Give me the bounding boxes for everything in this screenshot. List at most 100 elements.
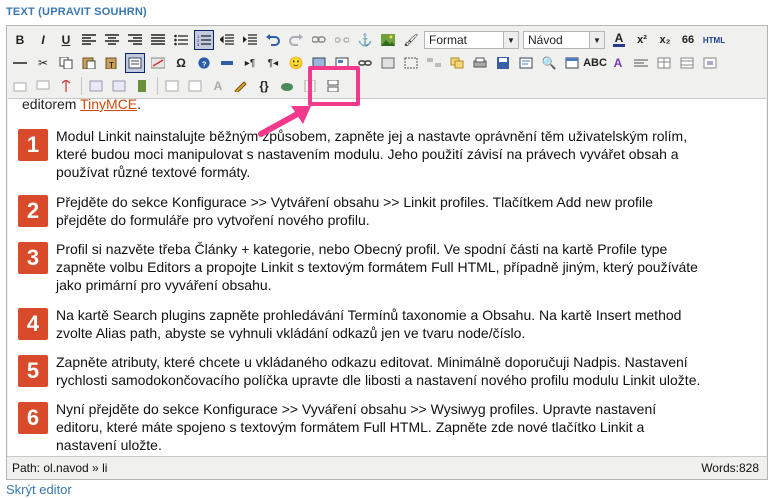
intro-line: editorem TinyMCE. <box>22 98 142 112</box>
delete-row-icon[interactable] <box>56 76 76 96</box>
bold-button[interactable]: B <box>10 30 30 50</box>
styleprops-icon[interactable]: A <box>608 53 628 73</box>
redo-icon[interactable] <box>286 30 306 50</box>
chevron-down-icon: ▼ <box>589 32 604 48</box>
help-icon[interactable]: ? <box>194 53 214 73</box>
toolbar-row-3: A {} <box>10 75 346 97</box>
delete-col-icon[interactable] <box>132 76 152 96</box>
svg-text:?: ? <box>202 59 207 68</box>
row-props-icon[interactable] <box>677 53 697 73</box>
insert-row-after-icon[interactable] <box>33 76 53 96</box>
rtl-icon[interactable]: ¶◂ <box>263 53 283 73</box>
print-icon[interactable] <box>470 53 490 73</box>
step-number-badge: 5 <box>18 355 48 387</box>
undo-icon[interactable] <box>263 30 283 50</box>
step-text-line: Profil si nazvěte třeba Články + kategor… <box>56 241 668 257</box>
html-source-button[interactable]: HTML <box>701 30 727 50</box>
link-icon[interactable] <box>309 30 329 50</box>
superscript-button[interactable]: x² <box>632 30 652 50</box>
nonbreaking-icon[interactable] <box>217 53 237 73</box>
code-braces-icon[interactable]: {} <box>254 76 274 96</box>
element-path[interactable]: Path: ol.navod » li <box>12 461 107 475</box>
step-number-badge: 4 <box>18 308 48 340</box>
paste-text-icon[interactable]: T <box>102 53 122 73</box>
image-icon[interactable] <box>378 30 398 50</box>
indent-button[interactable] <box>240 30 260 50</box>
step-text-line: editoru, které máte spojeno s textovým f… <box>56 419 645 435</box>
step-number-badge: 3 <box>18 242 48 274</box>
anchor-icon[interactable]: ⚓ <box>355 30 375 50</box>
special-char-omega[interactable]: Ω <box>171 53 191 73</box>
edit-icon[interactable] <box>231 76 251 96</box>
tinymce-link[interactable]: TinyMCE <box>80 99 137 112</box>
table-icon[interactable] <box>654 53 674 73</box>
align-center-button[interactable] <box>102 30 122 50</box>
field-label: TEXT (UPRAVIT SOUHRN) <box>6 6 147 18</box>
replace-icon[interactable] <box>378 53 398 73</box>
step-number-badge: 1 <box>18 129 48 161</box>
step-text-line: zvolte Alias path, abyste se vyhnuli vkl… <box>56 325 526 341</box>
step-text-line: přejděte do formuláře pro vytvoření nové… <box>56 212 370 228</box>
callout-arrow-icon <box>258 106 311 137</box>
text-color-icon[interactable]: A <box>609 30 629 50</box>
wysiwyg-editor: B I U 123 ⚓ 🖌 Format ▼ Návod ▼ A x² x₂ 66 … <box>6 25 768 480</box>
split-cells-icon[interactable] <box>162 76 182 96</box>
color-picker-icon[interactable]: A <box>208 76 228 96</box>
remove-format-icon[interactable] <box>148 53 168 73</box>
step-number-badge: 6 <box>18 402 48 434</box>
format-select[interactable]: Format ▼ <box>424 31 519 49</box>
italic-button[interactable]: I <box>33 30 53 50</box>
unlink-icon[interactable] <box>332 30 352 50</box>
search-icon[interactable]: 🔍 <box>539 53 559 73</box>
save-icon[interactable] <box>493 53 513 73</box>
attributes-icon[interactable] <box>631 53 651 73</box>
align-right-button[interactable] <box>125 30 145 50</box>
editor-content[interactable]: editorem TinyMCE. 1 Modul Linkit nainsta… <box>8 98 766 459</box>
list-item: 4 Na kartě Search plugins zapněte prohle… <box>18 306 758 342</box>
step-text-line: používat různé textové formáty. <box>56 164 251 180</box>
special-chars-button[interactable]: 66 <box>678 30 698 50</box>
col-before-icon[interactable] <box>86 76 106 96</box>
cell-props-icon[interactable] <box>700 53 720 73</box>
hide-editor-link[interactable]: Skrýt editor <box>6 482 72 497</box>
outdent-button[interactable] <box>217 30 237 50</box>
underline-button[interactable]: U <box>56 30 76 50</box>
word-count: Words:828 <box>701 461 759 475</box>
paste-word-icon[interactable] <box>125 53 145 73</box>
horizontal-rule-icon[interactable] <box>10 53 30 73</box>
list-item: 3 Profil si nazvěte třeba Články + kateg… <box>18 240 758 294</box>
bullet-list-button[interactable] <box>171 30 191 50</box>
step-text-line: Nyní přejděte do sekce Konfigurace >> Vy… <box>56 401 657 417</box>
align-justify-button[interactable] <box>148 30 168 50</box>
cleanup-icon[interactable]: 🖌 <box>401 30 421 50</box>
col-after-icon[interactable] <box>109 76 129 96</box>
svg-text:3: 3 <box>197 42 200 46</box>
toolbar-separator <box>157 77 158 95</box>
list-item: 1 Modul Linkit nainstalujte běžným způso… <box>18 127 758 181</box>
blockquote-icon[interactable] <box>424 53 444 73</box>
copy-icon[interactable] <box>56 53 76 73</box>
align-left-button[interactable] <box>79 30 99 50</box>
step-text-line: jako primární pro vyváření obsahu. <box>56 277 272 293</box>
toolbar-row-2: ✂ T Ω ? ▸¶ ¶◂ 🙂 🔍 ABC A <box>10 52 723 74</box>
spellcheck-icon[interactable]: ABC <box>583 53 607 73</box>
preview-icon[interactable] <box>516 53 536 73</box>
subscript-button[interactable]: x₂ <box>655 30 675 50</box>
list-item: 6 Nyní přejděte do sekce Konfigurace >> … <box>18 400 758 454</box>
step-text-line: rychlosti samodokončovacího políčka upra… <box>56 372 701 388</box>
layer-icon[interactable] <box>447 53 467 73</box>
ltr-icon[interactable]: ▸¶ <box>240 53 260 73</box>
field-label-text: TEXT <box>6 6 35 18</box>
visual-aid-icon[interactable] <box>401 53 421 73</box>
merge-cells-icon[interactable] <box>185 76 205 96</box>
editor-statusbar: Path: ol.navod » li Words:828 <box>7 456 767 479</box>
numbered-list-button[interactable]: 123 <box>194 30 214 50</box>
paste-icon[interactable] <box>79 53 99 73</box>
edit-summary-link[interactable]: UPRAVIT SOUHRN <box>42 6 143 18</box>
insert-row-before-icon[interactable] <box>10 76 30 96</box>
emoticons-icon[interactable]: 🙂 <box>286 53 306 73</box>
style-select[interactable]: Návod ▼ <box>523 31 605 49</box>
bird-icon[interactable] <box>277 76 297 96</box>
cut-icon[interactable]: ✂ <box>33 53 53 73</box>
fullscreen-icon[interactable] <box>562 53 582 73</box>
